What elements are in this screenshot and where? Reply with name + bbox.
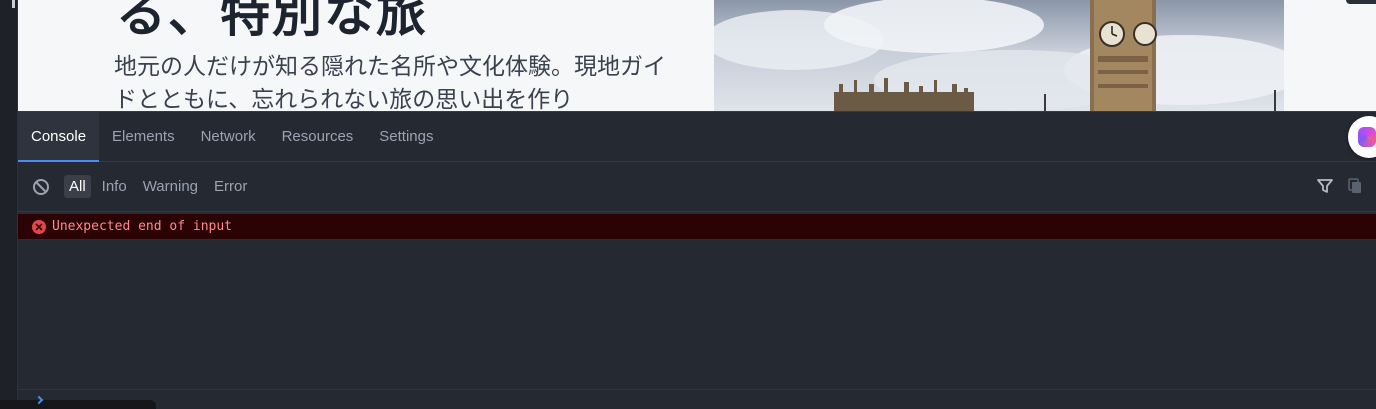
filter-actions bbox=[1316, 177, 1364, 195]
level-error[interactable]: Error bbox=[209, 175, 252, 198]
console-filter-bar: All Info Warning Error bbox=[18, 162, 1376, 212]
filter-button[interactable] bbox=[1316, 177, 1334, 195]
preview-right-margin bbox=[1284, 0, 1376, 111]
left-editor-strip bbox=[0, 0, 18, 409]
extension-button[interactable] bbox=[1348, 116, 1376, 158]
filter-icon bbox=[1317, 179, 1333, 193]
tab-resources[interactable]: Resources bbox=[269, 112, 367, 161]
editor-scroll-mark bbox=[12, 0, 15, 8]
copy-icon bbox=[1348, 178, 1361, 193]
tab-network[interactable]: Network bbox=[188, 112, 269, 161]
devtools-panel: Console Elements Network Resources Setti… bbox=[18, 111, 1376, 409]
big-ben-illustration bbox=[714, 0, 1284, 111]
extension-logo-icon bbox=[1358, 127, 1376, 147]
error-text: Unexpected end of input bbox=[52, 219, 233, 234]
tab-settings[interactable]: Settings bbox=[366, 112, 446, 161]
tab-elements[interactable]: Elements bbox=[99, 112, 188, 161]
bottom-status-tab bbox=[0, 400, 156, 409]
level-all[interactable]: All bbox=[64, 175, 91, 198]
level-warning[interactable]: Warning bbox=[138, 175, 203, 198]
copy-button[interactable] bbox=[1346, 177, 1364, 195]
tab-console[interactable]: Console bbox=[18, 112, 100, 162]
console-error-message[interactable]: Unexpected end of input bbox=[18, 213, 1376, 240]
hero-title: る、特別な旅 bbox=[116, 0, 428, 43]
window-corner-handle bbox=[1346, 0, 1376, 4]
level-info[interactable]: Info bbox=[97, 175, 132, 198]
console-prompt-divider bbox=[18, 389, 1376, 390]
app-root: る、特別な旅 地元の人だけが知る隠れた名所や文化体験。現地ガイドとともに、忘れら… bbox=[0, 0, 1376, 409]
clear-console-button[interactable] bbox=[32, 178, 50, 196]
devtools-tabbar: Console Elements Network Resources Setti… bbox=[18, 112, 1376, 162]
error-icon bbox=[32, 219, 46, 234]
clear-console-icon bbox=[33, 178, 49, 195]
hero-description: 地元の人だけが知る隠れた名所や文化体験。現地ガイドとともに、忘れられない旅の思い… bbox=[114, 54, 666, 111]
web-preview: る、特別な旅 地元の人だけが知る隠れた名所や文化体験。現地ガイドとともに、忘れら… bbox=[18, 0, 1376, 111]
hero-image bbox=[714, 0, 1284, 111]
